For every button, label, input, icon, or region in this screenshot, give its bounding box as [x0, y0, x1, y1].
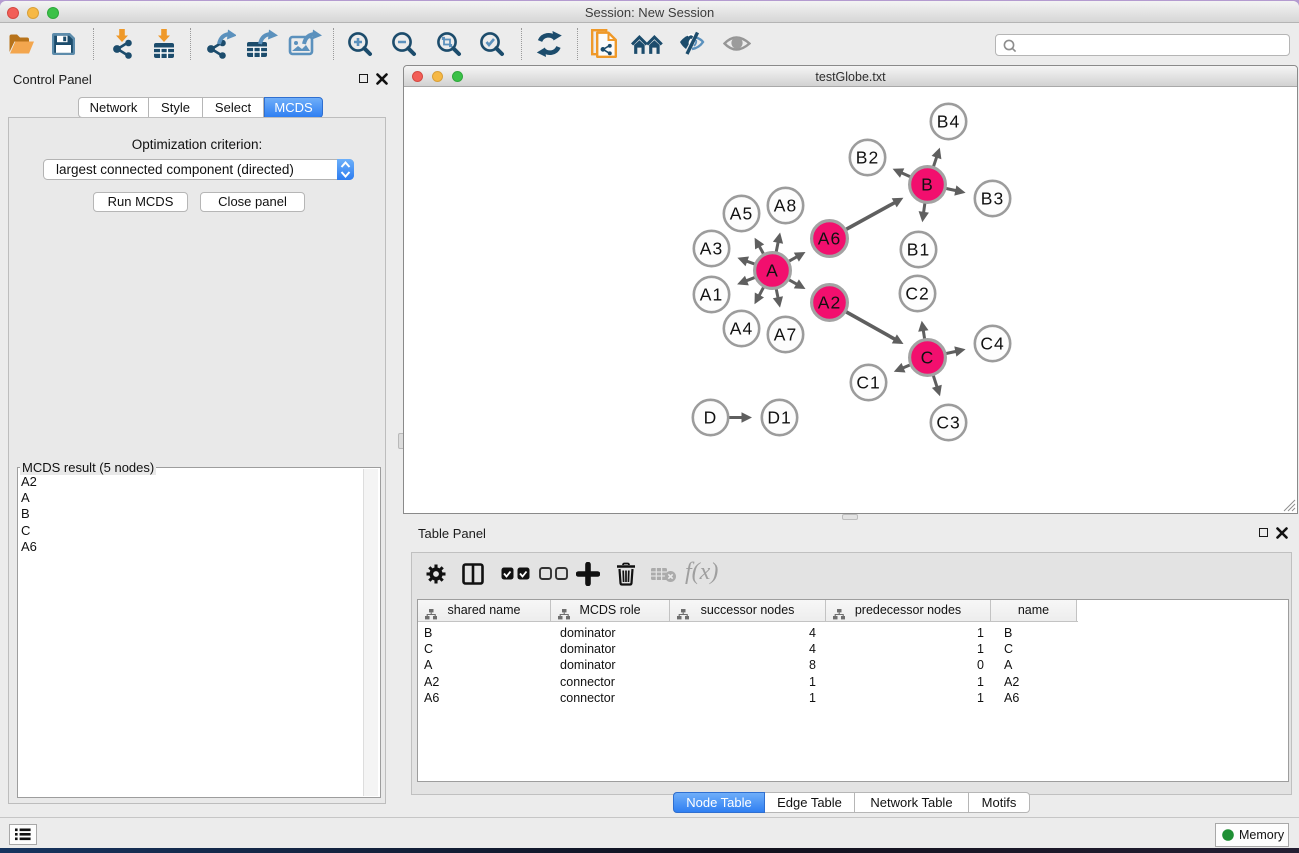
svg-text:C3: C3: [936, 412, 960, 432]
svg-text:A7: A7: [773, 324, 796, 344]
svg-text:C2: C2: [905, 283, 929, 303]
svg-text:B2: B2: [855, 147, 878, 167]
svg-text:A2: A2: [817, 292, 840, 312]
svg-text:C4: C4: [980, 333, 1004, 353]
svg-text:B3: B3: [980, 188, 1003, 208]
svg-text:B: B: [921, 174, 934, 194]
svg-text:A4: A4: [729, 318, 752, 338]
svg-text:B1: B1: [906, 239, 929, 259]
svg-text:A: A: [766, 260, 779, 280]
svg-text:C1: C1: [856, 372, 880, 392]
svg-text:A5: A5: [729, 203, 752, 223]
svg-text:C: C: [920, 347, 934, 367]
svg-text:B4: B4: [936, 111, 959, 131]
svg-text:A6: A6: [817, 228, 840, 248]
svg-text:D: D: [703, 407, 717, 427]
svg-text:D1: D1: [767, 407, 791, 427]
svg-text:A3: A3: [699, 238, 722, 258]
svg-text:A8: A8: [773, 195, 796, 215]
svg-text:A1: A1: [699, 284, 722, 304]
